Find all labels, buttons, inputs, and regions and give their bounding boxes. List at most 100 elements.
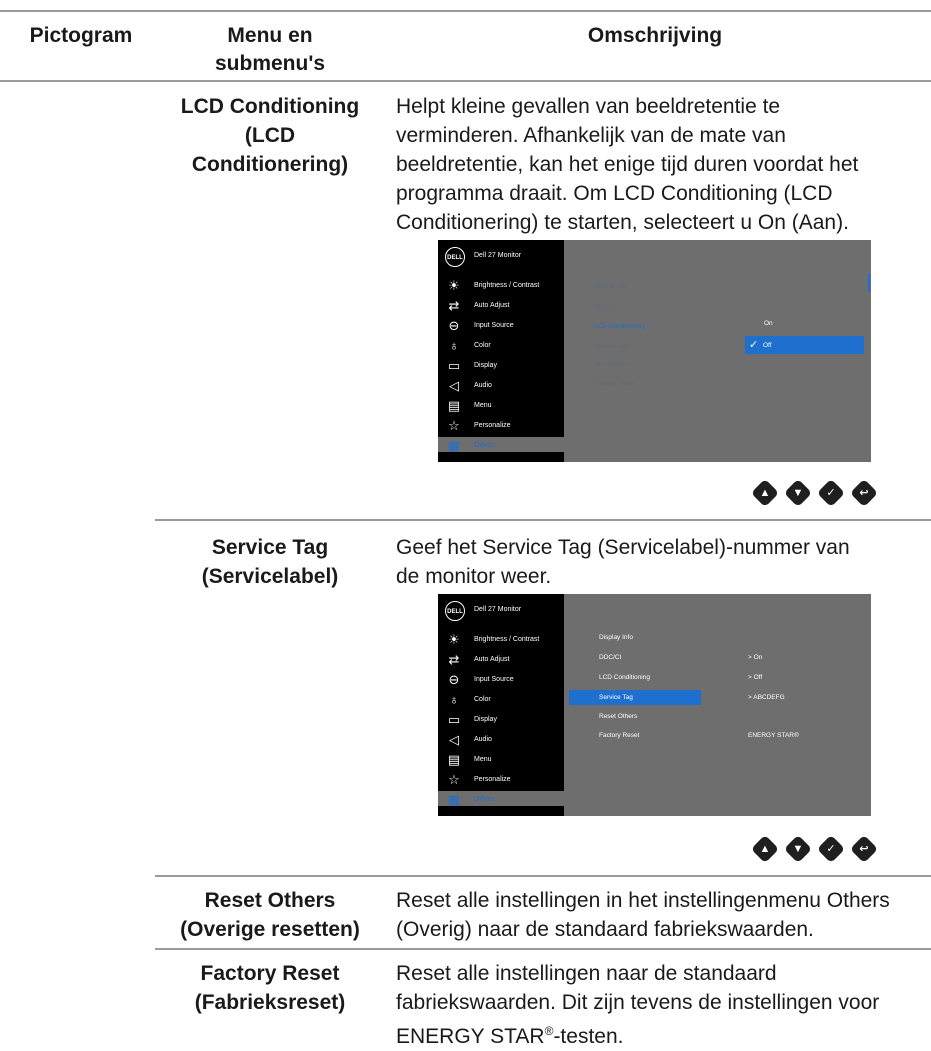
- nav-down-button[interactable]: ▼: [783, 478, 813, 508]
- osd-sub-lcd-conditioning[interactable]: LCD Conditioning: [599, 674, 650, 681]
- osd-menu-menu[interactable]: ▤ Menu: [438, 751, 564, 771]
- osd-value-lcd: > Off: [748, 674, 763, 681]
- row-lcd-menu-line: (LCD: [244, 124, 296, 147]
- osd-menu-label: Input Source: [474, 322, 514, 329]
- osd-option-off-selected[interactable]: ✓ Off: [745, 336, 864, 354]
- osd-value-service-tag: > ABCDEFG: [748, 694, 785, 701]
- osd-menu-audio[interactable]: ◁ Audio: [438, 731, 564, 751]
- row-factory-reset-menu-line: Factory Reset: [200, 962, 340, 985]
- nav-check-button[interactable]: ✓: [816, 834, 846, 864]
- osd-sub-display-info[interactable]: Display Info: [599, 634, 633, 641]
- osd-menu-personalize[interactable]: ☆ Personalize: [438, 771, 564, 791]
- osd-menu-label: Others: [474, 796, 496, 803]
- desc-line: fabriekswaarden. Dit zijn tevens de inst…: [396, 991, 880, 1014]
- personalize-icon: ☆: [448, 418, 460, 433]
- desc-line: (Overig) naar de standaard fabriekswaard…: [396, 915, 931, 944]
- up-icon: ▲: [759, 487, 771, 499]
- osd-sub-service-tag-selected[interactable]: Service Tag: [569, 690, 701, 705]
- brightness-icon: ☀: [448, 632, 460, 647]
- row-factory-reset-menu-line: (Fabrieksreset): [194, 991, 346, 1014]
- osd-menu-label: Auto Adjust: [474, 656, 510, 663]
- osd-sub-ddc-ci[interactable]: DDC/CI: [599, 654, 621, 661]
- row-factory-reset-menu: Factory Reset (Fabrieksreset): [155, 959, 385, 1017]
- audio-icon: ◁: [449, 732, 459, 747]
- osd-menu-input-source[interactable]: ⊖ Input Source: [438, 671, 564, 691]
- osd-menu-brightness[interactable]: ☀ Brightness / Contrast: [438, 277, 564, 297]
- osd-menu-label: Others: [474, 442, 496, 449]
- osd-sub-factory-reset[interactable]: Factory Reset: [594, 380, 634, 387]
- osd-nav-buttons: ▲ ▼ ✓ ↩: [750, 834, 879, 864]
- osd-option-off-label: Off: [763, 342, 772, 349]
- osd-menu-auto-adjust[interactable]: ⇄ Auto Adjust: [438, 297, 564, 317]
- osd-left-footer: [438, 806, 564, 816]
- row-divider: [155, 519, 931, 521]
- row-lcd-menu-line: LCD Conditioning: [180, 95, 360, 118]
- row-reset-others-menu: Reset Others (Overige resetten): [155, 886, 385, 944]
- osd-menu-color[interactable]: ♁ Color: [438, 337, 564, 357]
- input-source-icon: ⊖: [448, 318, 460, 333]
- osd-menu-input-source[interactable]: ⊖ Input Source: [438, 317, 564, 337]
- desc-emphasis: Conditionering): [396, 211, 539, 234]
- row-service-tag-menu-line: (Servicelabel): [201, 565, 339, 588]
- osd-menu-display[interactable]: ▭ Display: [438, 357, 564, 377]
- color-icon: ♁: [449, 692, 459, 707]
- osd-screenshot-service-tag: DELL Dell 27 Monitor ☀ Brightness / Contr…: [438, 594, 871, 816]
- osd-value-ddc: > On: [748, 654, 763, 661]
- desc-text: programma draait. Om: [396, 182, 614, 205]
- desc-line: Conditionering) te starten, selecteert u…: [396, 208, 926, 237]
- osd-option-on[interactable]: On: [764, 320, 773, 327]
- osd-scroll-marker: [868, 274, 870, 292]
- desc-emphasis: (Overig): [396, 918, 472, 941]
- nav-up-button[interactable]: ▲: [750, 478, 780, 508]
- osd-title: Dell 27 Monitor: [474, 606, 522, 613]
- osd-sub-service-tag-label: Service Tag: [599, 694, 633, 701]
- nav-back-button[interactable]: ↩: [849, 834, 879, 864]
- row-service-tag-menu: Service Tag (Servicelabel): [155, 533, 385, 591]
- nav-check-button[interactable]: ✓: [816, 478, 846, 508]
- osd-sub-ddc-ci[interactable]: DDC/CI: [594, 303, 616, 310]
- osd-sub-reset-others[interactable]: Reset Others: [599, 713, 637, 720]
- row-reset-others-description: Reset alle instellingen in het instellin…: [396, 886, 931, 944]
- others-icon: ▦: [447, 792, 461, 807]
- osd-menu-audio[interactable]: ◁ Audio: [438, 377, 564, 397]
- desc-line: programma draait. Om LCD Conditioning (L…: [396, 179, 926, 208]
- desc-line: Helpt kleine gevallen van beeldretentie …: [396, 95, 781, 118]
- desc-text: -nummer van: [725, 536, 850, 559]
- brightness-icon: ☀: [448, 278, 460, 293]
- row-factory-reset-description: Reset alle instellingen naar de standaar…: [396, 959, 931, 1051]
- check-icon: ✓: [826, 487, 836, 499]
- osd-menu-label: Display: [474, 362, 497, 369]
- color-icon: ♁: [449, 338, 459, 353]
- osd-right-panel: [564, 594, 871, 816]
- osd-sub-factory-reset[interactable]: Factory Reset: [599, 732, 639, 739]
- osd-sub-service-tag[interactable]: Service Tag: [594, 343, 628, 350]
- menu-icon: ▤: [447, 398, 461, 413]
- desc-line: Geef het Service Tag (Servicelabel)-numm…: [396, 533, 926, 562]
- nav-back-button[interactable]: ↩: [849, 478, 879, 508]
- osd-menu-label: Menu: [474, 402, 492, 409]
- desc-emphasis: LCD Conditioning (LCD: [613, 182, 833, 205]
- osd-nav-buttons: ▲ ▼ ✓ ↩: [750, 478, 879, 508]
- others-icon: ▦: [447, 438, 461, 453]
- osd-sub-display-info[interactable]: Display Info: [594, 283, 628, 290]
- osd-menu-personalize[interactable]: ☆ Personalize: [438, 417, 564, 437]
- row-service-tag-menu-line: Service Tag: [211, 536, 329, 559]
- up-icon: ▲: [759, 843, 771, 855]
- osd-menu-color[interactable]: ♁ Color: [438, 691, 564, 711]
- display-icon: ▭: [447, 712, 461, 727]
- checkmark-icon: ✓: [749, 339, 759, 351]
- osd-menu-auto-adjust[interactable]: ⇄ Auto Adjust: [438, 651, 564, 671]
- row-service-tag-description: Geef het Service Tag (Servicelabel)-numm…: [396, 533, 926, 591]
- desc-line: ENERGY STAR®-testen.: [396, 1017, 931, 1051]
- osd-sub-reset-others[interactable]: Reset Others: [594, 361, 632, 368]
- osd-menu-display[interactable]: ▭ Display: [438, 711, 564, 731]
- osd-menu-label: Audio: [474, 736, 492, 743]
- nav-down-button[interactable]: ▼: [783, 834, 813, 864]
- desc-line: beeldretentie, kan het enige tijd duren …: [396, 153, 859, 176]
- osd-menu-menu[interactable]: ▤ Menu: [438, 397, 564, 417]
- input-source-icon: ⊖: [448, 672, 460, 687]
- osd-sub-lcd-conditioning[interactable]: LCD Conditioning: [594, 323, 645, 330]
- nav-up-button[interactable]: ▲: [750, 834, 780, 864]
- desc-line: de monitor weer.: [396, 565, 552, 588]
- osd-menu-brightness[interactable]: ☀ Brightness / Contrast: [438, 631, 564, 651]
